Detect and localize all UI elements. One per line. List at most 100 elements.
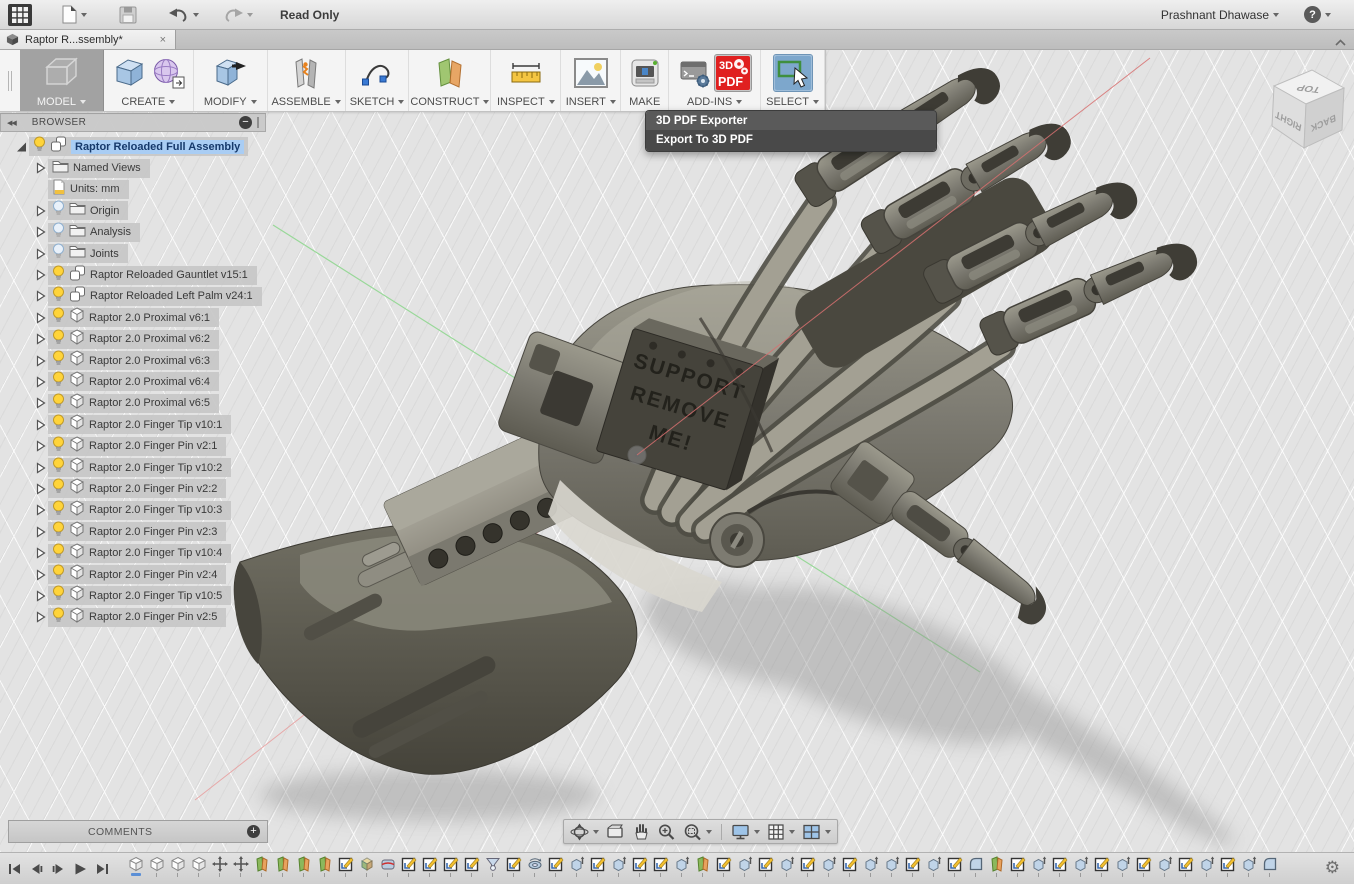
timeline-feature-plane-8[interactable] <box>272 856 293 877</box>
timeline-feature-extrude-39[interactable] <box>923 856 944 877</box>
timeline-feature-funnel-18[interactable] <box>482 856 503 877</box>
timeline-feature-box-12[interactable] <box>356 856 377 877</box>
app-grid-icon[interactable] <box>5 2 35 28</box>
pan-icon[interactable] <box>632 823 650 841</box>
comments-bar[interactable]: COMMENTS + <box>8 820 268 843</box>
bulb-off-icon[interactable] <box>52 222 65 243</box>
bulb-on-icon[interactable] <box>52 585 65 606</box>
step-back-icon[interactable] <box>30 863 43 875</box>
bulb-on-icon[interactable] <box>52 371 65 392</box>
timeline-feature-sketch-38[interactable] <box>902 856 923 877</box>
play-icon[interactable] <box>74 863 87 875</box>
model-workspace-icon[interactable] <box>38 54 84 92</box>
create-box-icon[interactable] <box>111 56 147 90</box>
timeline-feature-sketch-11[interactable] <box>335 856 356 877</box>
tree-row-16[interactable]: Raptor 2.0 Finger Pin v2:2 <box>0 478 266 499</box>
timeline-feature-sketch-15[interactable] <box>419 856 440 877</box>
ribbon-tab-add-ins[interactable]: 3DPDFADD-INS <box>669 50 761 111</box>
tree-row-2[interactable]: Units: mm <box>0 179 266 200</box>
tree-row-19[interactable]: Raptor 2.0 Finger Tip v10:4 <box>0 542 266 563</box>
timeline-feature-plane-28[interactable] <box>692 856 713 877</box>
bulb-on-icon[interactable] <box>52 329 65 350</box>
timeline-feature-sketch-25[interactable] <box>629 856 650 877</box>
expander-closed-icon[interactable] <box>31 547 48 559</box>
timeline-feature-sketch-31[interactable] <box>755 856 776 877</box>
timeline-feature-extrude-24[interactable] <box>608 856 629 877</box>
timeline-feature-sketch-43[interactable] <box>1007 856 1028 877</box>
scripts-icon[interactable] <box>678 57 712 89</box>
timeline-feature-plane-42[interactable] <box>986 856 1007 877</box>
ribbon-tab-insert[interactable]: INSERT <box>561 50 621 111</box>
bulb-on-icon[interactable] <box>52 478 65 499</box>
tree-row-18[interactable]: Raptor 2.0 Finger Pin v2:3 <box>0 521 266 542</box>
expander-closed-icon[interactable] <box>31 483 48 495</box>
timeline-feature-extrude-36[interactable] <box>860 856 881 877</box>
3d-viewport[interactable]: SUPPORT REMOVE ME! <box>0 50 1354 852</box>
tree-row-6[interactable]: Raptor Reloaded Gauntlet v15:1 <box>0 264 266 285</box>
timeline-feature-sketch-33[interactable] <box>797 856 818 877</box>
look-at-icon[interactable] <box>606 823 625 841</box>
timeline-feature-fillet-55[interactable] <box>1259 856 1280 877</box>
export-to-3d-pdf-menu-item[interactable]: Export To 3D PDF <box>646 130 936 151</box>
tree-row-11[interactable]: Raptor 2.0 Proximal v6:4 <box>0 371 266 392</box>
timeline-feature-body-3[interactable] <box>167 856 188 877</box>
timeline-feature-extrude-46[interactable] <box>1070 856 1091 877</box>
timeline-feature-extrude-54[interactable] <box>1238 856 1259 877</box>
expander-closed-icon[interactable] <box>31 269 48 281</box>
step-forward-icon[interactable] <box>52 863 65 875</box>
insert-image-icon[interactable] <box>572 56 610 90</box>
go-to-start-icon[interactable] <box>8 863 21 875</box>
gear-icon[interactable]: ⚙ <box>1325 860 1346 877</box>
timeline-feature-extrude-48[interactable] <box>1112 856 1133 877</box>
go-to-end-icon[interactable] <box>96 863 109 875</box>
timeline-feature-move-5[interactable] <box>209 856 230 877</box>
construction-plane-icon[interactable] <box>432 56 468 90</box>
timeline-feature-plane-7[interactable] <box>251 856 272 877</box>
timeline-feature-extrude-52[interactable] <box>1196 856 1217 877</box>
press-pull-icon[interactable] <box>212 56 248 90</box>
timeline-feature-sketch-47[interactable] <box>1091 856 1112 877</box>
add-comment-icon[interactable]: + <box>247 825 260 838</box>
bulb-on-icon[interactable] <box>52 564 65 585</box>
timeline-feature-sketch-26[interactable] <box>650 856 671 877</box>
timeline-feature-plane-9[interactable] <box>293 856 314 877</box>
tree-row-4[interactable]: Analysis <box>0 222 266 243</box>
timeline-feature-extrude-37[interactable] <box>881 856 902 877</box>
select-cursor-icon[interactable] <box>774 55 812 91</box>
file-menu-button[interactable] <box>59 3 90 26</box>
sketch-spline-icon[interactable] <box>359 57 395 89</box>
viewports-icon[interactable] <box>802 823 831 841</box>
expander-closed-icon[interactable] <box>31 355 48 367</box>
expander-closed-icon[interactable] <box>31 162 48 174</box>
undo-button[interactable] <box>166 5 202 24</box>
remove-panel-icon[interactable]: − <box>239 116 252 129</box>
joint-icon[interactable] <box>287 55 325 91</box>
bulb-on-icon[interactable] <box>52 543 65 564</box>
tree-row-5[interactable]: Joints <box>0 243 266 264</box>
expander-closed-icon[interactable] <box>31 205 48 217</box>
bulb-off-icon[interactable] <box>52 200 65 221</box>
timeline-feature-move-6[interactable] <box>230 856 251 877</box>
expander-closed-icon[interactable] <box>31 504 48 516</box>
tree-row-3[interactable]: Origin <box>0 200 266 221</box>
ribbon-tab-create[interactable]: CREATE <box>104 50 194 111</box>
timeline-feature-extrude-44[interactable] <box>1028 856 1049 877</box>
grid-settings-icon[interactable] <box>767 823 795 841</box>
bulb-on-icon[interactable] <box>52 436 65 457</box>
toolbar-grip[interactable] <box>0 50 20 111</box>
ribbon-tab-sketch[interactable]: SKETCH <box>346 50 410 111</box>
timeline-feature-body-1[interactable] <box>125 856 146 876</box>
user-menu[interactable]: Prashnant Dhawase <box>1161 8 1279 22</box>
expander-closed-icon[interactable] <box>31 462 48 474</box>
tree-row-14[interactable]: Raptor 2.0 Finger Pin v2:1 <box>0 435 266 456</box>
timeline-feature-sketch-23[interactable] <box>587 856 608 877</box>
bulb-on-icon[interactable] <box>52 500 65 521</box>
bulb-on-icon[interactable] <box>52 265 65 286</box>
timeline-feature-sketch-53[interactable] <box>1217 856 1238 877</box>
collapse-panel-icon[interactable]: ◀◀ <box>7 119 16 127</box>
ribbon-tab-model[interactable]: MODEL <box>20 50 104 111</box>
timeline-feature-extrude-34[interactable] <box>818 856 839 877</box>
tree-row-1[interactable]: Named Views <box>0 157 266 178</box>
tree-row-21[interactable]: Raptor 2.0 Finger Tip v10:5 <box>0 585 266 606</box>
timeline-feature-sketch-29[interactable] <box>713 856 734 877</box>
